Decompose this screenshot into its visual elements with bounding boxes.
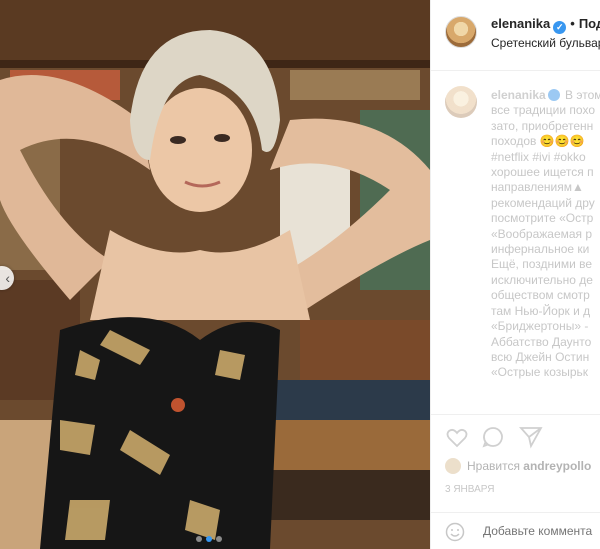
caption-hashtags[interactable]: #netflix #ivi #okko	[491, 150, 586, 164]
caption-line: «Воображаемая р	[491, 226, 593, 241]
chevron-left-icon: ‹	[5, 270, 10, 286]
likes-row[interactable]: Нравится andreypollo	[445, 458, 591, 474]
caption-text: elenanika В этом все традиции похо зато,…	[491, 88, 600, 381]
share-icon[interactable]	[519, 425, 543, 449]
caption-line: исключительно де	[491, 272, 593, 287]
verified-icon	[547, 89, 560, 101]
caption-line: посмотрите «Остр	[491, 211, 594, 226]
caption-line: всю Джейн Остин	[491, 349, 590, 364]
photo-illustration	[0, 0, 430, 549]
post-actions	[431, 414, 600, 459]
carousel-dots	[196, 536, 222, 542]
caption-line: все традиции похо	[491, 103, 595, 118]
smile-icon[interactable]	[445, 522, 465, 542]
comment-input[interactable]	[481, 523, 600, 539]
caption-line: Аббатство Даунто	[491, 334, 592, 349]
separator-dot: •	[570, 16, 575, 31]
caption-line: рекомендаций дру	[491, 195, 595, 210]
avatar[interactable]	[445, 16, 477, 48]
liker-username[interactable]: andreypollo	[523, 459, 591, 473]
post-date[interactable]: 3 ЯНВАРЯ	[445, 484, 494, 495]
likes-prefix: Нравится	[467, 459, 520, 473]
caption-line: инфернальное ки	[491, 242, 590, 257]
caption-line: «Бриджертоны» -	[491, 319, 589, 334]
location-link[interactable]: Сретенский бульвар	[491, 36, 600, 50]
caption-line: «Острые козырьк	[491, 365, 589, 380]
caption-line: там Нью-Йорк и д	[491, 303, 591, 318]
carousel-dot	[196, 536, 202, 542]
post-sidebar: elenanika✓•Под Сретенский бульвар elenan…	[430, 0, 600, 549]
caption-line: походов	[491, 134, 537, 149]
caption-line: В этом	[565, 88, 600, 102]
comment-bar	[431, 512, 600, 549]
username-row: elenanika✓• Под	[491, 16, 600, 34]
caption-line: направлениям	[491, 180, 572, 195]
caption-line: Ещё, поздними ве	[491, 257, 593, 272]
caption-line: зато, приобретенн	[491, 118, 594, 133]
comment-icon[interactable]	[481, 425, 505, 449]
caption-avatar[interactable]	[445, 86, 477, 118]
verified-icon: ✓	[553, 21, 567, 34]
caption-line: хорошее ищется п	[491, 165, 594, 180]
post-header: elenanika✓• Под Сретенский бульвар	[431, 0, 600, 71]
caption-username[interactable]: elenanika	[491, 88, 546, 102]
follow-button[interactable]: Под	[579, 16, 600, 31]
carousel-dot	[216, 536, 222, 542]
heart-icon[interactable]	[445, 425, 469, 449]
carousel-dot-active	[206, 536, 212, 542]
liker-avatar	[445, 458, 461, 474]
caption-line: обществом смотр	[491, 288, 590, 303]
post-photo[interactable]: ‹	[0, 0, 430, 549]
username-link[interactable]: elenanika	[491, 16, 550, 31]
